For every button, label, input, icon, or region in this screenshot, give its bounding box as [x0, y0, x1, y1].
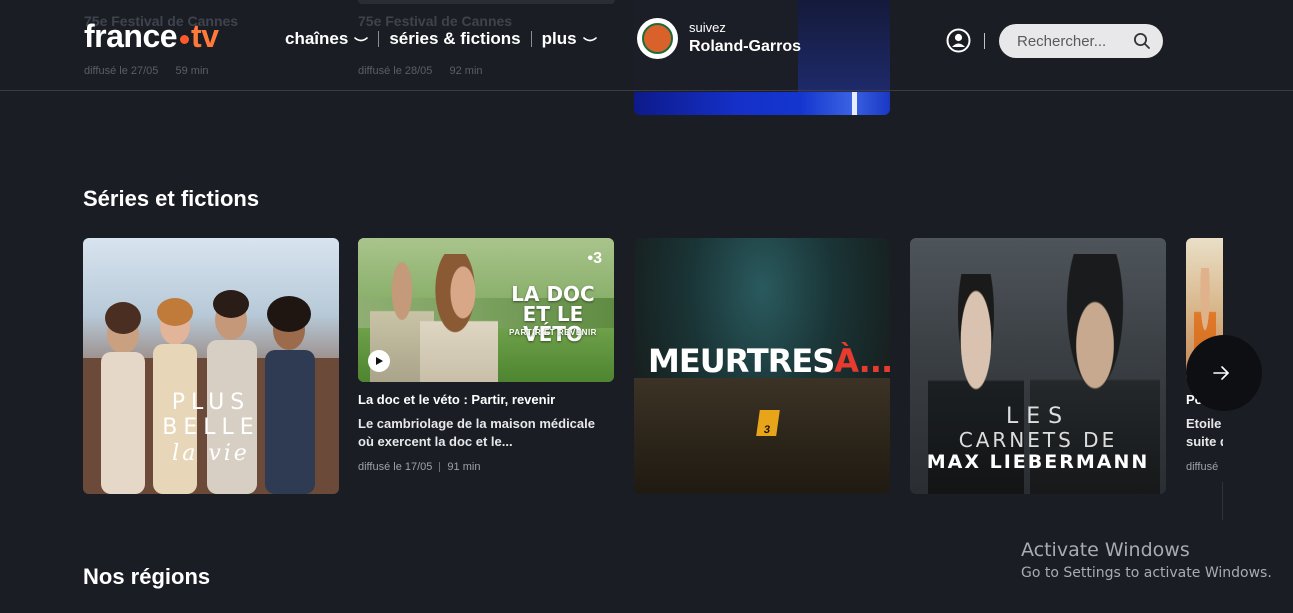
card-art-title: MEURTRESÀ...: [648, 342, 890, 380]
card-title-line: BELLE: [162, 415, 260, 440]
chevron-down-icon: [582, 37, 597, 42]
evidence-marker: 3: [756, 410, 780, 436]
carousel-edge: [1222, 482, 1223, 520]
arrow-right-icon: [1213, 366, 1229, 380]
nav-chaines[interactable]: chaînes: [285, 29, 369, 49]
france-tv-logo[interactable]: france tv: [84, 18, 219, 54]
roland-garros-promo[interactable]: suivez Roland-Garros: [637, 18, 801, 59]
chevron-down-icon: [354, 37, 369, 42]
nav-plus[interactable]: plus: [542, 29, 597, 49]
program-duration: 91 min: [447, 461, 481, 474]
search-box[interactable]: [999, 24, 1163, 58]
top-header: france tv chaînes séries & fictions plus…: [0, 0, 1293, 91]
card-plus-belle-la-vie[interactable]: PLUS BELLE la vie: [83, 238, 339, 494]
program-meta-row: diffusé le 17/05 91 min: [358, 461, 614, 473]
card-title-line: PLUS: [171, 390, 251, 415]
main-nav: chaînes séries & fictions plus: [285, 29, 597, 49]
card-art-title-line: MAX LIEBERMANN: [926, 451, 1150, 473]
play-icon[interactable]: [368, 350, 390, 372]
carousel-next-button[interactable]: [1186, 335, 1262, 411]
card-art-subtitle: PARTIR ET REVENIR: [509, 328, 597, 337]
card-title-line: la vie: [172, 441, 250, 466]
broadcast-date: diffusé le 17/05: [358, 461, 433, 474]
actress-figure: [420, 254, 498, 382]
card-art-title-line: CARNETS DE: [958, 428, 1118, 452]
program-description: Le cambriolage de la maison médicale où …: [358, 416, 595, 450]
user-icon[interactable]: [946, 28, 971, 53]
nav-separator: [378, 31, 380, 47]
section-title-series: Séries et fictions: [83, 186, 260, 211]
card-meurtres-a[interactable]: MEURTRESÀ... 3: [634, 238, 890, 494]
nav-separator: [530, 31, 532, 47]
card-art-title-line: LES: [1005, 404, 1071, 429]
channel-badge: •3: [587, 250, 603, 267]
nav-series-fictions[interactable]: séries & fictions: [389, 29, 520, 49]
card-max-liebermann[interactable]: LES CARNETS DE MAX LIEBERMANN: [910, 238, 1166, 494]
search-icon[interactable]: [1133, 32, 1151, 50]
search-input[interactable]: [1017, 32, 1127, 50]
program-title[interactable]: La doc et le véto : Partir, revenir: [358, 392, 614, 407]
card-meta-la-doc: La doc et le véto : Partir, revenir Le c…: [358, 392, 614, 473]
activate-windows-watermark: Activate Windows Go to Settings to activ…: [1021, 539, 1272, 581]
roland-garros-logo-icon: [637, 18, 678, 59]
promo-small-text: suivez: [689, 19, 726, 35]
card-la-doc-et-le-veto[interactable]: LA DOC ET LE VÉTO PARTIR ET REVENIR •3: [358, 238, 614, 382]
section-title-regions: Nos régions: [83, 564, 211, 589]
header-separator: [984, 33, 985, 49]
logo-dot: [180, 34, 190, 44]
promo-big-text: Roland-Garros: [689, 37, 802, 55]
